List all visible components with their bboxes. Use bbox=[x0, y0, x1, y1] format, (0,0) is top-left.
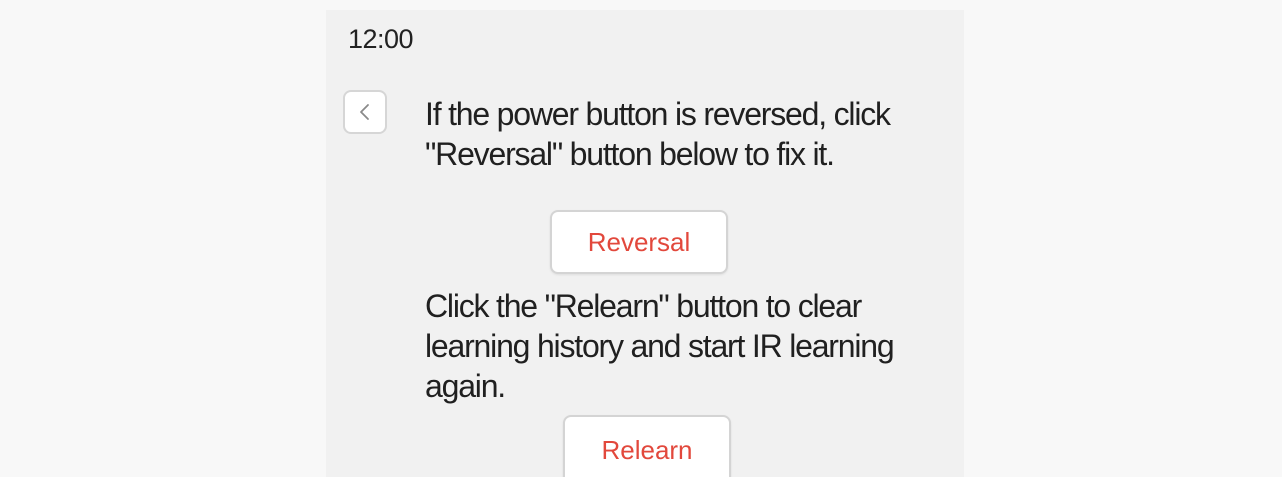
device-screen: 12:00 If the power button is reversed, c… bbox=[326, 10, 964, 477]
back-button[interactable] bbox=[343, 90, 387, 134]
relearn-instruction-text: Click the "Relearn" button to clear lear… bbox=[425, 288, 895, 404]
chevron-left-icon bbox=[360, 104, 369, 120]
reversal-instruction-text: If the power button is reversed, click "… bbox=[425, 96, 891, 172]
relearn-button[interactable]: Relearn bbox=[563, 415, 731, 477]
status-time: 12:00 bbox=[348, 24, 414, 54]
reversal-button[interactable]: Reversal bbox=[550, 210, 728, 274]
